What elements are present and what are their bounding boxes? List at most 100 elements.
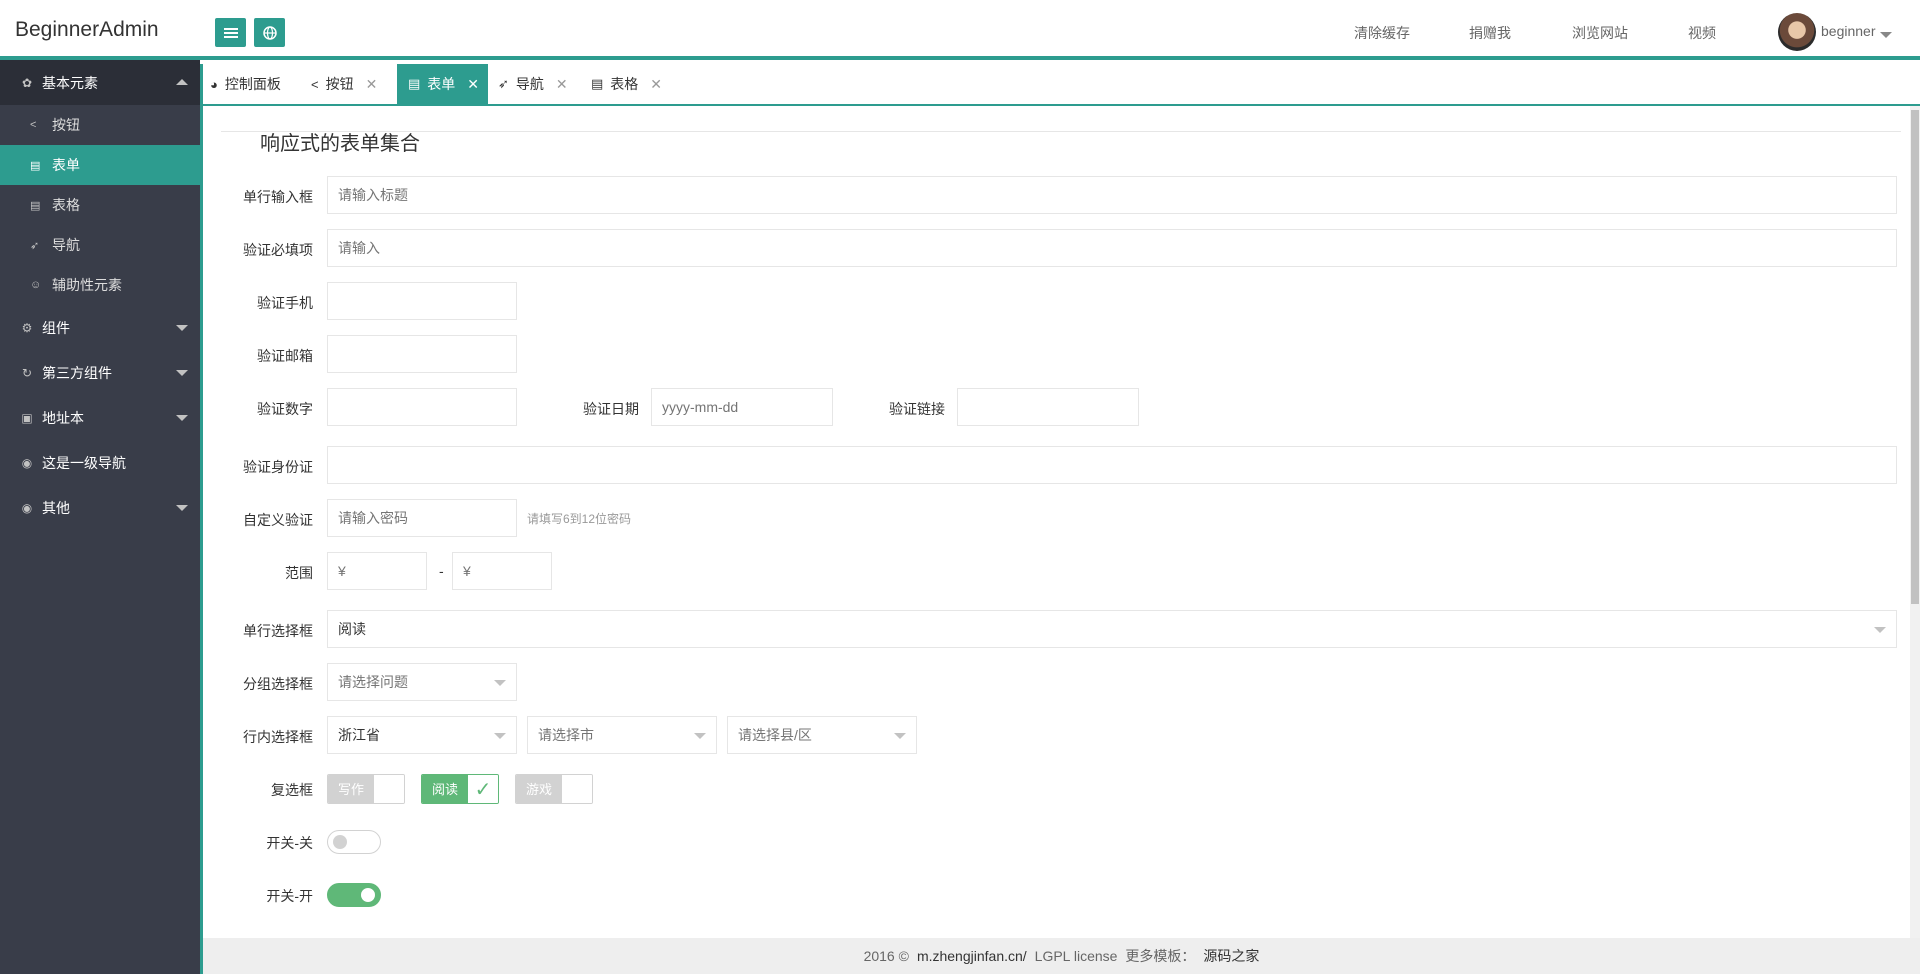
label-required: 验证必填项 [243,242,313,258]
label-group: 分组选择框 [243,676,313,692]
username[interactable]: beginner [1821,23,1876,39]
required-input[interactable]: 请输入 [327,229,1897,267]
select-value: 浙江省 [338,727,380,743]
menu-icon [223,27,238,38]
globe-button[interactable] [254,18,285,47]
range-min-input[interactable]: ¥ [327,552,427,590]
idcard-input[interactable] [327,446,1897,484]
chevron-down-icon [694,733,706,739]
nav-browse-site[interactable]: 浏览网站 [1572,23,1628,43]
form-icon: ▤ [408,76,421,91]
checkbox-reading[interactable]: 阅读 ✓ [421,774,500,804]
close-icon[interactable]: ✕ [556,76,568,93]
range-max-input[interactable]: ¥ [452,552,552,590]
sidebar-item-label: 表单 [52,157,80,173]
sidebar-group-address-book[interactable]: ▣ 地址本 [0,395,200,440]
switch-on-toggle[interactable] [327,883,381,907]
close-icon[interactable]: ✕ [467,76,479,93]
checkbox-gaming[interactable]: 游戏 [515,774,594,804]
switch-off-toggle[interactable] [327,830,381,854]
interest-select[interactable]: 阅读 [327,610,1897,648]
menu-toggle-button[interactable] [215,18,246,47]
cubes-icon: ✿ [21,75,33,90]
paper-plane-icon: ➶ [30,239,40,252]
tab-label: 表格 [610,76,639,92]
tab-bar: ◕ 控制面板 < 按钮 ✕ ▤ 表单 ✕ ➶ 导航 ✕ ▤ 表格 ✕ [200,64,1920,106]
footer-source-link[interactable]: 源码之家 [1203,946,1259,966]
nav-donate[interactable]: 捐赠我 [1469,23,1511,43]
avatar[interactable] [1778,13,1816,51]
county-select[interactable]: 请选择县/区 [727,716,917,754]
label-phone: 验证手机 [257,295,313,311]
checkbox-label: 阅读 [422,775,469,803]
nav-video[interactable]: 视频 [1688,23,1716,43]
tab-label: 表单 [427,76,456,92]
sidebar-group-label: 基本元素 [42,74,98,91]
chevron-down-icon [176,325,188,331]
sidebar-item-label: 导航 [52,237,80,253]
sidebar-item-button[interactable]: < 按钮 [0,105,200,145]
table-icon: ▤ [30,199,41,212]
tab-dashboard[interactable]: ◕ 控制面板 [210,64,306,104]
label-select: 单行选择框 [243,623,313,639]
label-inline: 行内选择框 [243,729,313,745]
close-icon[interactable]: ✕ [650,76,662,93]
footer-site-link[interactable]: m.zhengjinfan.cn/ [917,948,1027,964]
sidebar-item-table[interactable]: ▤ 表格 [0,185,200,225]
sidebar-item-auxiliary[interactable]: ☺ 辅助性元素 [0,265,200,305]
paper-plane-icon: ➶ [498,76,509,91]
close-icon[interactable]: ✕ [366,76,378,93]
chevron-down-icon [494,733,506,739]
sidebar-item-form[interactable]: ▤ 表单 [0,145,200,185]
label-switch-off: 开关-关 [266,835,313,851]
nav-clear-cache[interactable]: 清除缓存 [1354,23,1410,43]
password-input[interactable]: 请输入密码 [327,499,517,537]
placeholder: ¥ [338,563,346,579]
question-select[interactable]: 请选择问题 [327,663,517,701]
main-content: 响应式的表单集合 单行输入框 请输入标题 验证必填项 请输入 验证手机 验证邮箱… [200,106,1910,938]
label-checkbox: 复选框 [271,782,313,798]
phone-input[interactable] [327,282,517,320]
smile-icon: ☺ [30,279,42,291]
content-scrollbar[interactable] [1910,106,1920,938]
city-select[interactable]: 请选择市 [527,716,717,754]
sidebar-group-label: 地址本 [42,409,84,426]
sidebar-group-other[interactable]: ◉ 其他 [0,485,200,530]
logo[interactable]: BeginnerAdmin [15,18,159,42]
switch-knob [361,888,375,902]
number-input[interactable] [327,388,517,426]
chevron-down-icon [176,505,188,511]
date-input[interactable]: yyyy-mm-dd [651,388,833,426]
tab-nav[interactable]: ➶ 导航 ✕ [498,64,578,104]
province-select[interactable]: 浙江省 [327,716,517,754]
tab-form[interactable]: ▤ 表单 ✕ [397,64,488,104]
chevron-down-icon[interactable] [1880,32,1892,38]
single-input[interactable]: 请输入标题 [327,176,1897,214]
sidebar-group-label: 其他 [42,499,70,516]
label-link: 验证链接 [889,401,945,417]
tab-buttons[interactable]: < 按钮 ✕ [311,64,399,104]
link-input[interactable] [957,388,1139,426]
checkbox-writing[interactable]: 写作 [327,774,406,804]
email-input[interactable] [327,335,517,373]
sidebar-group-third-party[interactable]: ↻ 第三方组件 [0,350,200,395]
chevron-down-icon [494,680,506,686]
sidebar-group-label: 组件 [42,319,70,336]
label-switch-on: 开关-开 [266,888,313,904]
sidebar-group-first-level[interactable]: ◉ 这是一级导航 [0,440,200,485]
sidebar-item-nav[interactable]: ➶ 导航 [0,225,200,265]
chevron-up-icon [176,79,188,85]
circle-icon: ◉ [21,455,33,470]
globe-icon [262,25,277,40]
footer-more-templates: 更多模板： [1125,948,1196,964]
cogs-icon: ⚙ [21,320,33,335]
placeholder: 请选择县/区 [738,727,812,743]
address-book-icon: ▣ [21,410,33,425]
scrollbar-thumb[interactable] [1911,110,1919,604]
sidebar-group-basic[interactable]: ✿ 基本元素 [0,60,200,105]
fieldset-line [221,131,1901,132]
tab-table[interactable]: ▤ 表格 ✕ [591,64,671,104]
sidebar-group-components[interactable]: ⚙ 组件 [0,305,200,350]
footer: 2016 © m.zhengjinfan.cn/ LGPL license 更多… [200,938,1920,974]
chevron-down-icon [176,415,188,421]
